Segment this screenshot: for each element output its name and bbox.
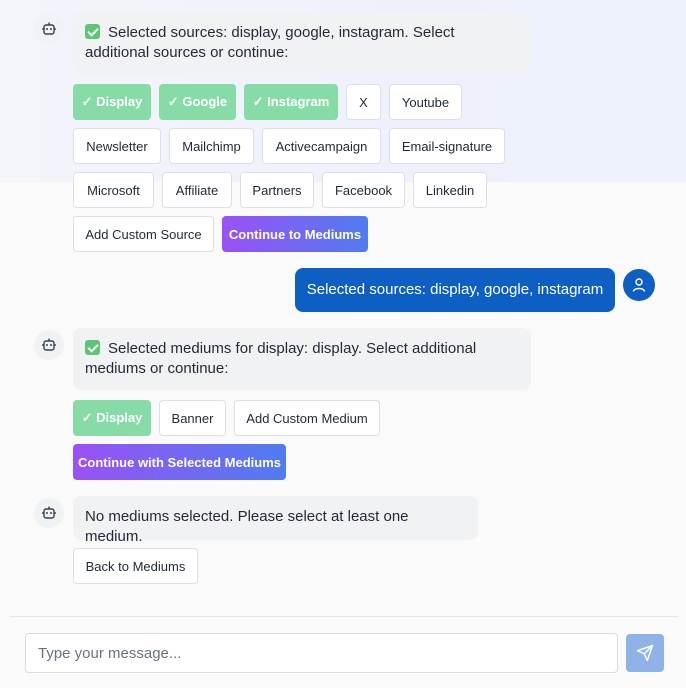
source-option-partners[interactable]: Partners bbox=[240, 172, 314, 208]
source-option-facebook[interactable]: Facebook bbox=[322, 172, 405, 208]
bot-message-sources: Selected sources: display, google, insta… bbox=[73, 12, 531, 74]
bot-message-text: Selected mediums for display: display. S… bbox=[85, 340, 477, 377]
bot-message-error: No mediums selected. Please select at le… bbox=[73, 496, 478, 545]
send-icon bbox=[636, 644, 654, 662]
source-option-display[interactable]: ✓ Display bbox=[73, 84, 151, 120]
source-option-google[interactable]: ✓ Google bbox=[159, 84, 236, 120]
user-message-text: Selected sources: display, google, insta… bbox=[306, 281, 604, 298]
checkmark-icon bbox=[85, 24, 100, 39]
continue-to-mediums-button[interactable]: Continue to Mediums bbox=[222, 216, 368, 252]
medium-option-display[interactable]: ✓ Display bbox=[73, 400, 151, 436]
checkmark-icon bbox=[85, 340, 100, 355]
bot-icon bbox=[42, 338, 56, 351]
bot-message-mediums: Selected mediums for display: display. S… bbox=[73, 328, 531, 390]
source-option-affiliate[interactable]: Affiliate bbox=[162, 172, 232, 208]
back-to-mediums-button[interactable]: Back to Mediums bbox=[73, 548, 198, 584]
source-option-youtube[interactable]: Youtube bbox=[389, 84, 462, 120]
add-custom-medium-button[interactable]: Add Custom Medium bbox=[234, 400, 380, 436]
source-option-newsletter[interactable]: Newsletter bbox=[73, 128, 161, 164]
user-message: Selected sources: display, google, insta… bbox=[295, 268, 615, 312]
source-option-linkedin[interactable]: Linkedin bbox=[413, 172, 487, 208]
send-button[interactable] bbox=[626, 634, 664, 672]
user-icon bbox=[632, 278, 646, 292]
message-input[interactable] bbox=[25, 633, 618, 673]
source-option-mailchimp[interactable]: Mailchimp bbox=[169, 128, 254, 164]
source-option-microsoft[interactable]: Microsoft bbox=[73, 172, 154, 208]
source-option-x[interactable]: X bbox=[346, 84, 381, 120]
source-option-instagram[interactable]: ✓ Instagram bbox=[244, 84, 338, 120]
composer-divider bbox=[10, 616, 678, 617]
bot-message-text: Selected sources: display, google, insta… bbox=[85, 24, 455, 61]
add-custom-source-button[interactable]: Add Custom Source bbox=[73, 216, 214, 252]
bot-avatar bbox=[34, 498, 64, 528]
continue-with-selected-mediums-button[interactable]: Continue with Selected Mediums bbox=[73, 444, 286, 480]
bot-icon bbox=[42, 506, 56, 519]
user-avatar bbox=[623, 269, 655, 301]
source-option-activecampaign[interactable]: Activecampaign bbox=[262, 128, 381, 164]
medium-option-banner[interactable]: Banner bbox=[159, 400, 226, 436]
bot-avatar bbox=[34, 14, 64, 44]
source-option-email-signature[interactable]: Email-signature bbox=[389, 128, 505, 164]
bot-icon bbox=[42, 22, 56, 35]
bot-avatar bbox=[34, 330, 64, 360]
bot-message-text: No mediums selected. Please select at le… bbox=[85, 508, 409, 545]
